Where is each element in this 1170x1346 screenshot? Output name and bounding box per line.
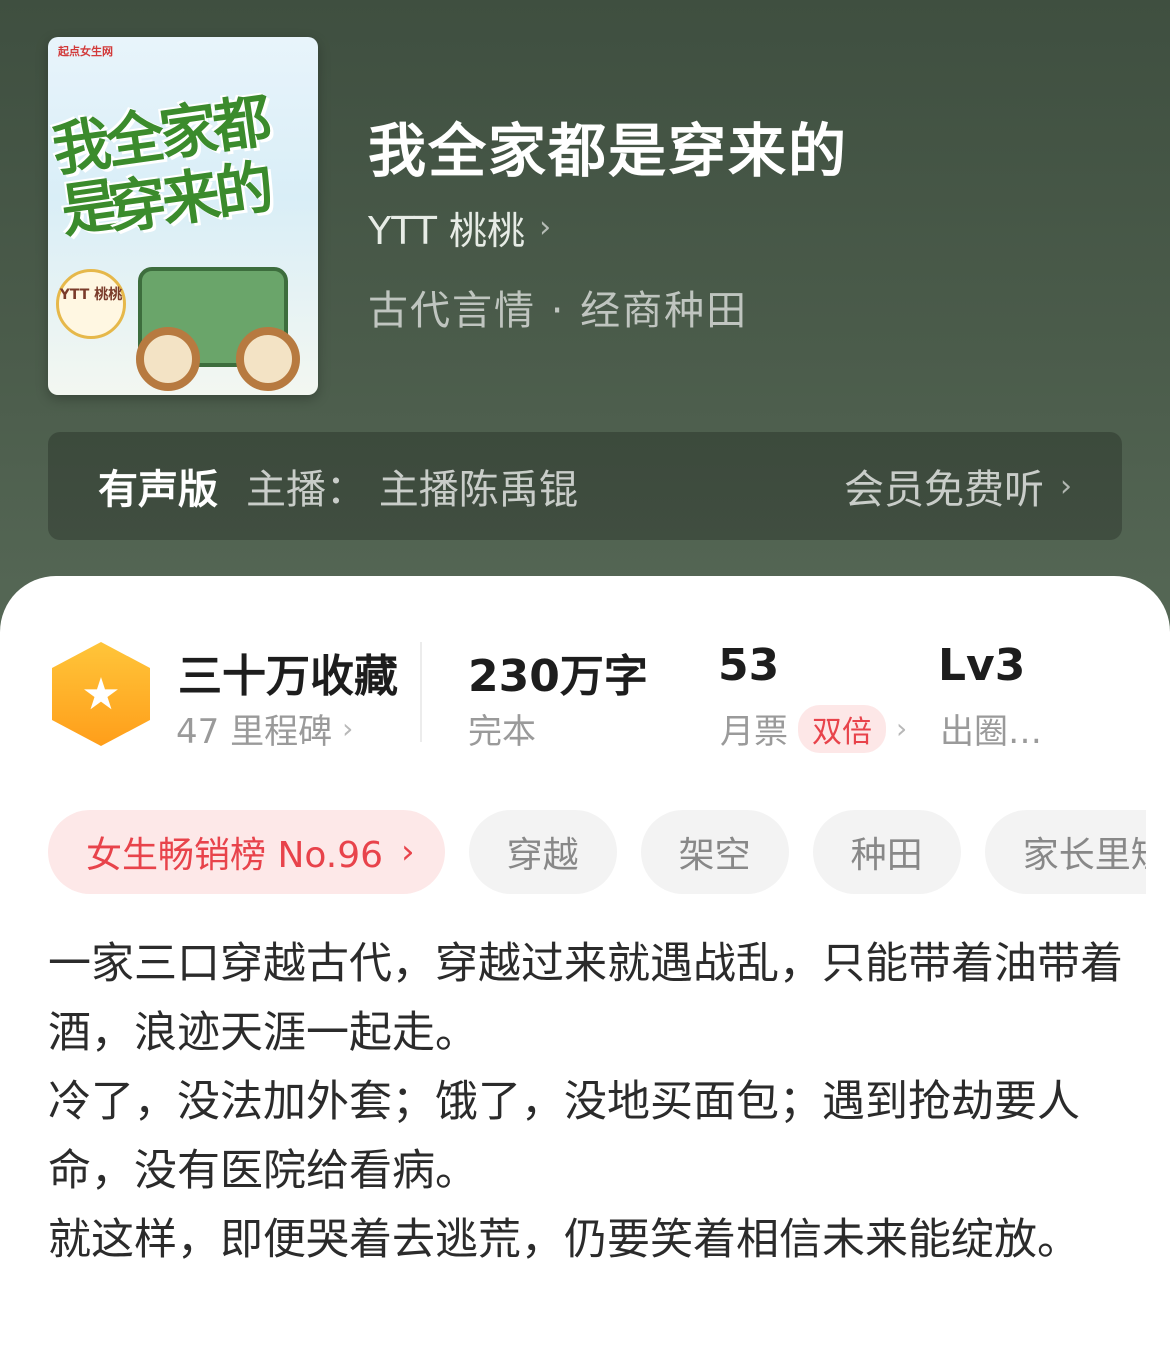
- chevron-right-icon: ›: [1060, 468, 1072, 504]
- stats-divider: [420, 642, 422, 742]
- book-description[interactable]: 一家三口穿越古代，穿越过来就遇战乱，只能带着油带着酒，浪迹天涯一起走。 冷了，没…: [48, 930, 1128, 1275]
- cover-wheel-illustration: [136, 327, 200, 391]
- tag-chip[interactable]: 种田: [812, 810, 961, 894]
- tag-chip[interactable]: 穿越: [468, 810, 617, 894]
- book-status-label: 完本: [468, 712, 536, 752]
- monthly-tickets-label: 月票: [720, 712, 788, 752]
- chevron-right-icon: ›: [342, 712, 354, 745]
- double-tickets-badge: 双倍: [798, 704, 886, 753]
- cover-publisher: 起点女生网: [58, 45, 113, 58]
- rank-label: 女生畅销榜 No.96: [86, 835, 384, 876]
- description-paragraph: 一家三口穿越古代，穿越过来就遇战乱，只能带着油带着酒，浪迹天涯一起走。: [48, 939, 1123, 1058]
- book-status: 完本: [468, 704, 536, 753]
- cover-author-seal: YTT 桃桃: [56, 269, 126, 339]
- audio-host: 主播： 主播陈禹锟: [246, 467, 579, 513]
- fan-level-label: 出圈…: [940, 712, 1042, 752]
- milestones-label: 47 里程碑: [176, 712, 333, 752]
- audio-label: 有声版: [98, 467, 218, 513]
- tag-chip[interactable]: 家长里短: [984, 810, 1146, 894]
- free-listen-label: 会员免费听: [844, 467, 1044, 513]
- cover-wheel-illustration: [236, 327, 300, 391]
- favorites-count: 三十万收藏: [178, 651, 398, 702]
- description-paragraph: 就这样，即便哭着去逃荒，仍要笑着相信未来能绽放。: [48, 1215, 1080, 1265]
- star-icon: ★: [81, 668, 121, 720]
- fan-level-link[interactable]: 出圈…: [940, 704, 1042, 753]
- book-title: 我全家都是穿来的: [368, 117, 849, 185]
- milestones-link[interactable]: 47 里程碑 ›: [176, 704, 353, 753]
- fan-level: Lv3: [938, 640, 1026, 691]
- tag-chip[interactable]: 架空: [640, 810, 789, 894]
- book-cover[interactable]: 起点女生网 我全家都是 穿来的 YTT 桃桃: [48, 37, 318, 395]
- monthly-tickets-count: 53: [718, 640, 780, 691]
- author-name: YTT 桃桃: [368, 209, 526, 253]
- tag-list: 女生畅销榜 No.96 › 穿越 架空 种田 家长里短: [48, 810, 1146, 894]
- chevron-right-icon: ›: [539, 210, 552, 245]
- chevron-right-icon: ›: [401, 832, 415, 872]
- member-free-listen-link[interactable]: 会员免费听 ›: [844, 457, 1072, 515]
- chevron-right-icon: ›: [896, 712, 908, 745]
- description-paragraph: 冷了，没法加外套；饿了，没地买面包；遇到抢劫要人命，没有医院给看病。: [48, 1077, 1080, 1196]
- monthly-tickets-link[interactable]: 月票 双倍 ›: [720, 704, 907, 753]
- author-link[interactable]: YTT 桃桃 ›: [368, 200, 551, 255]
- audio-version-bar[interactable]: 有声版 主播： 主播陈禹锟 会员免费听 ›: [48, 432, 1122, 540]
- word-count: 230万字: [468, 651, 648, 702]
- book-category: 古代言情 · 经商种田: [368, 288, 749, 334]
- rank-tag[interactable]: 女生畅销榜 No.96 ›: [48, 810, 445, 894]
